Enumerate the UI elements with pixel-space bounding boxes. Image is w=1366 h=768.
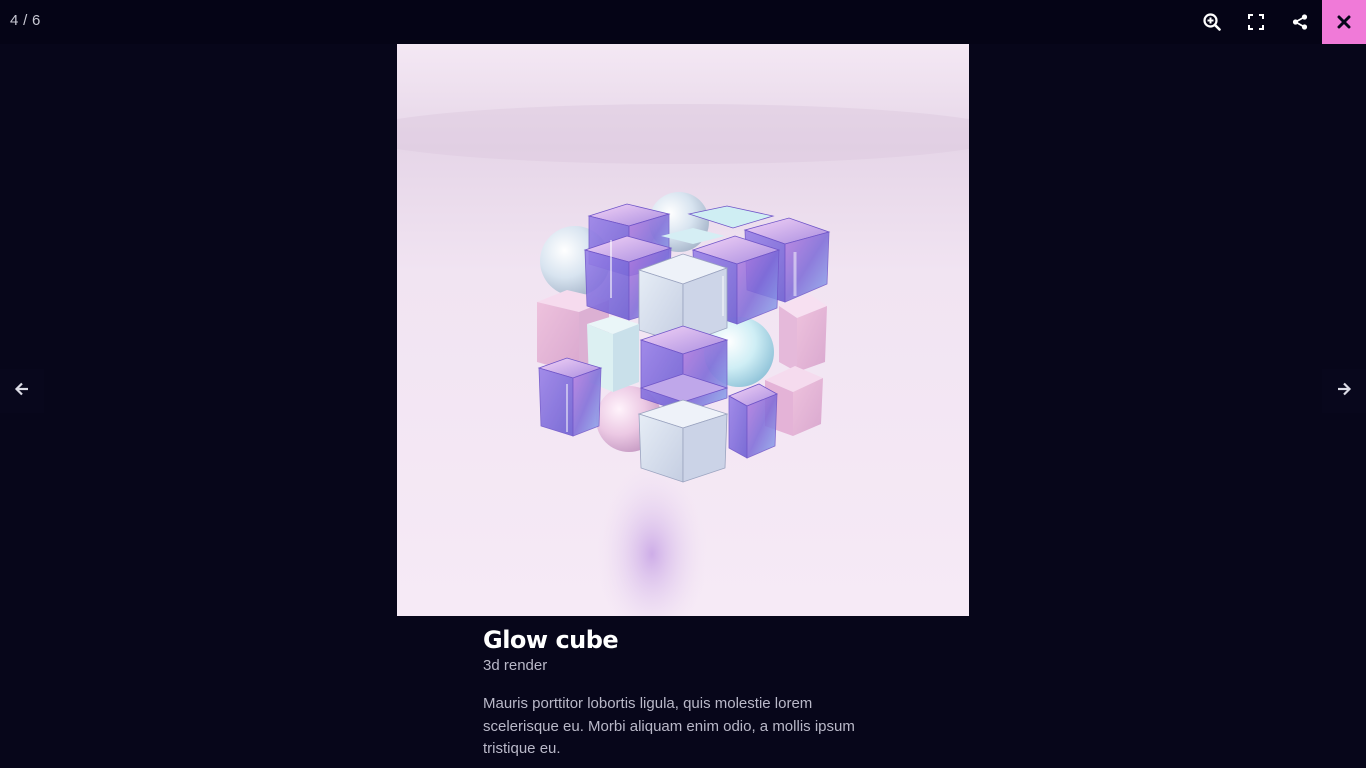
share-icon: [1292, 14, 1308, 30]
lightbox-toolbar: 4 / 6: [0, 0, 1366, 44]
share-button[interactable]: [1278, 0, 1322, 44]
arrow-left-icon: [14, 381, 30, 402]
zoom-button[interactable]: [1190, 0, 1234, 44]
lightbox: 4 / 6 Glow cube 3d render Mauris porttit…: [0, 0, 1366, 768]
caption-description: Mauris porttitor lobortis ligula, quis m…: [483, 695, 855, 757]
slide-caption: Glow cube 3d render Mauris porttitor lob…: [483, 624, 903, 761]
caption-title: Glow cube: [483, 626, 619, 654]
fullscreen-icon: [1248, 14, 1264, 30]
close-button[interactable]: [1322, 0, 1366, 44]
previous-slide-button[interactable]: [0, 369, 44, 413]
slide-counter: 4 / 6: [10, 12, 41, 29]
slide-image[interactable]: [397, 44, 969, 616]
next-slide-button[interactable]: [1322, 369, 1366, 413]
close-icon: [1337, 15, 1351, 29]
zoom-in-icon: [1203, 13, 1221, 31]
fullscreen-button[interactable]: [1234, 0, 1278, 44]
arrow-right-icon: [1336, 381, 1352, 402]
caption-subtitle: 3d render: [483, 657, 548, 674]
